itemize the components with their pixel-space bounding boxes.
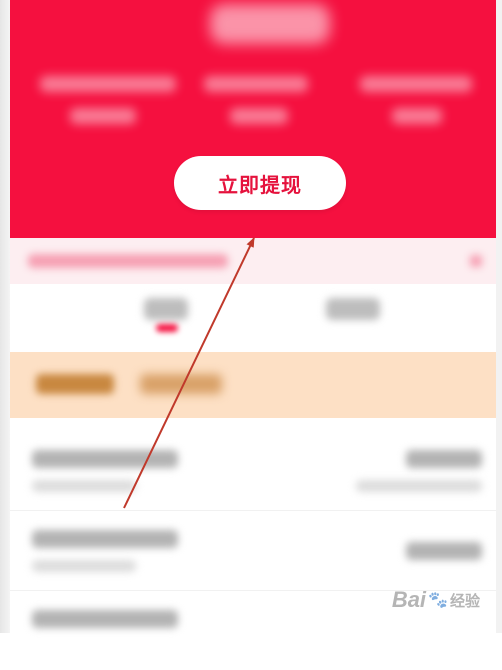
stat-value-blurred <box>70 108 136 124</box>
notice-bar[interactable] <box>10 238 496 284</box>
list-item[interactable] <box>10 512 496 591</box>
tab-inactive-blurred[interactable] <box>326 298 380 320</box>
item-status-blurred <box>356 480 482 492</box>
banner-subtitle-blurred <box>140 374 222 394</box>
item-date-blurred <box>32 560 136 572</box>
promo-banner[interactable] <box>10 352 496 418</box>
withdraw-now-button[interactable]: 立即提现 <box>174 156 346 210</box>
item-title-blurred <box>32 450 178 468</box>
stat-label-blurred <box>360 76 472 92</box>
chevron-right-icon <box>470 255 482 267</box>
banner-title-blurred <box>36 374 114 394</box>
stat-label-blurred <box>40 76 176 92</box>
item-amount-blurred <box>406 542 482 560</box>
item-amount-blurred <box>406 450 482 468</box>
item-title-blurred <box>32 530 178 548</box>
item-title-blurred <box>32 610 178 628</box>
item-date-blurred <box>32 480 136 492</box>
screen-right-border <box>496 0 502 633</box>
stat-label-blurred <box>204 76 308 92</box>
tab-active-blurred[interactable] <box>144 298 188 320</box>
active-tab-indicator <box>156 324 178 332</box>
screen-left-border <box>0 0 10 633</box>
balance-amount-blurred <box>210 4 330 44</box>
notice-text-blurred <box>28 254 228 268</box>
stat-value-blurred <box>392 108 442 124</box>
list-item[interactable] <box>10 432 496 511</box>
stat-value-blurred <box>230 108 288 124</box>
watermark-brand-prefix: Bai <box>391 587 427 612</box>
baidu-jingyan-watermark: Bai 🐾 经验 <box>392 587 480 613</box>
paw-icon: 🐾 <box>428 592 448 609</box>
watermark-brand-suffix: 经验 <box>449 592 480 610</box>
